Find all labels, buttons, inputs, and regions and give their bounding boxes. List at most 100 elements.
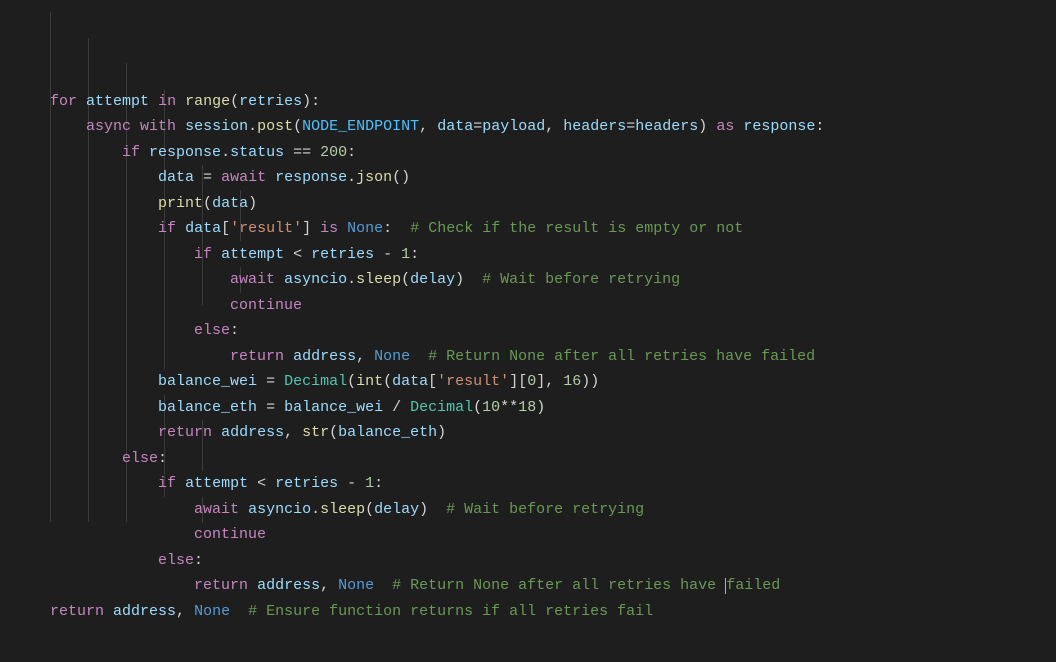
token-kw: else xyxy=(122,450,158,467)
token-var: address xyxy=(113,603,176,620)
token-kw: continue xyxy=(230,297,302,314)
token-kw: if xyxy=(158,475,176,492)
token-kw: if xyxy=(122,144,140,161)
code-line[interactable]: return address, str(balance_eth) xyxy=(0,420,1056,446)
code-line[interactable]: await asyncio.sleep(delay) # Wait before… xyxy=(0,497,1056,523)
code-line[interactable]: else: xyxy=(0,548,1056,574)
token-kw: async xyxy=(86,118,131,135)
token-cmt: # Wait before retrying xyxy=(482,271,680,288)
token-var: attempt xyxy=(221,246,284,263)
token-op: / xyxy=(383,399,410,416)
token-op: = xyxy=(473,118,482,135)
token-op: < xyxy=(284,246,311,263)
token-op xyxy=(104,603,113,620)
code-line[interactable]: async with session.post(NODE_ENDPOINT, d… xyxy=(0,114,1056,140)
token-op xyxy=(410,348,428,365)
token-op xyxy=(266,169,275,186)
token-num: 1 xyxy=(365,475,374,492)
token-op: : xyxy=(410,246,419,263)
token-num: 16 xyxy=(563,373,581,390)
token-op: ( xyxy=(203,195,212,212)
token-op: ][ xyxy=(509,373,527,390)
token-num: 0 xyxy=(527,373,536,390)
token-var: retries xyxy=(239,93,302,110)
token-op: : xyxy=(815,118,824,135)
code-content[interactable]: for attempt in range(retries): async wit… xyxy=(0,89,1056,625)
token-op: , xyxy=(320,577,338,594)
token-op: : xyxy=(230,322,239,339)
token-op: ) xyxy=(419,501,446,518)
code-line[interactable]: continue xyxy=(0,522,1056,548)
token-fn: int xyxy=(356,373,383,390)
token-builtin: None xyxy=(194,603,230,620)
token-op: : xyxy=(383,220,410,237)
token-num: 10 xyxy=(482,399,500,416)
token-var: data xyxy=(212,195,248,212)
token-op xyxy=(734,118,743,135)
token-op: = xyxy=(257,399,284,416)
token-var: status xyxy=(230,144,284,161)
code-line[interactable]: if response.status == 200: xyxy=(0,140,1056,166)
token-op xyxy=(140,144,149,161)
code-line[interactable]: return address, None # Return None after… xyxy=(0,344,1056,370)
token-var: headers xyxy=(563,118,626,135)
code-line[interactable]: else: xyxy=(0,446,1056,472)
code-line[interactable]: print(data) xyxy=(0,191,1056,217)
token-var: data xyxy=(392,373,428,390)
token-op xyxy=(176,220,185,237)
token-op: )) xyxy=(581,373,599,390)
token-cls: Decimal xyxy=(410,399,473,416)
code-line[interactable]: else: xyxy=(0,318,1056,344)
token-var: retries xyxy=(275,475,338,492)
token-op xyxy=(338,220,347,237)
token-var: balance_wei xyxy=(158,373,257,390)
code-line[interactable]: await asyncio.sleep(delay) # Wait before… xyxy=(0,267,1056,293)
token-var: balance_eth xyxy=(338,424,437,441)
code-editor[interactable]: for attempt in range(retries): async wit… xyxy=(0,0,1056,662)
token-kw: as xyxy=(716,118,734,135)
token-var: address xyxy=(257,577,320,594)
code-line[interactable]: return address, None # Return None after… xyxy=(0,573,1056,599)
token-var: address xyxy=(221,424,284,441)
token-op: , xyxy=(284,424,302,441)
token-op xyxy=(230,603,248,620)
token-var: balance_wei xyxy=(284,399,383,416)
token-op: ] xyxy=(302,220,320,237)
code-line[interactable]: if attempt < retries - 1: xyxy=(0,471,1056,497)
token-kw: with xyxy=(140,118,176,135)
token-op: , xyxy=(176,603,194,620)
code-line[interactable]: balance_wei = Decimal(int(data['result']… xyxy=(0,369,1056,395)
token-op: ) xyxy=(536,399,545,416)
token-kw: if xyxy=(158,220,176,237)
token-op: ( xyxy=(347,373,356,390)
token-cmt: # Return None after all retries have fai… xyxy=(428,348,815,365)
token-cmt: # Check if the result is empty or not xyxy=(410,220,743,237)
token-op: ( xyxy=(473,399,482,416)
token-var: delay xyxy=(410,271,455,288)
code-line[interactable]: for attempt in range(retries): xyxy=(0,89,1056,115)
token-kw: await xyxy=(230,271,275,288)
code-line[interactable]: continue xyxy=(0,293,1056,319)
token-str: 'result' xyxy=(230,220,302,237)
token-op: ( xyxy=(365,501,374,518)
token-kw: await xyxy=(194,501,239,518)
token-num: 1 xyxy=(401,246,410,263)
token-fn: sleep xyxy=(320,501,365,518)
token-builtin: None xyxy=(338,577,374,594)
token-op: ], xyxy=(536,373,563,390)
token-op xyxy=(149,93,158,110)
token-kw: continue xyxy=(194,526,266,543)
code-line[interactable]: balance_eth = balance_wei / Decimal(10**… xyxy=(0,395,1056,421)
token-var: response xyxy=(149,144,221,161)
token-op xyxy=(176,118,185,135)
token-op: ( xyxy=(383,373,392,390)
token-op: : xyxy=(347,144,356,161)
code-line[interactable]: return address, None # Ensure function r… xyxy=(0,599,1056,625)
token-op: ) xyxy=(248,195,257,212)
code-line[interactable]: if attempt < retries - 1: xyxy=(0,242,1056,268)
token-op: ** xyxy=(500,399,518,416)
token-var: retries xyxy=(311,246,374,263)
token-cmt: failed xyxy=(726,577,780,594)
code-line[interactable]: if data['result'] is None: # Check if th… xyxy=(0,216,1056,242)
code-line[interactable]: data = await response.json() xyxy=(0,165,1056,191)
